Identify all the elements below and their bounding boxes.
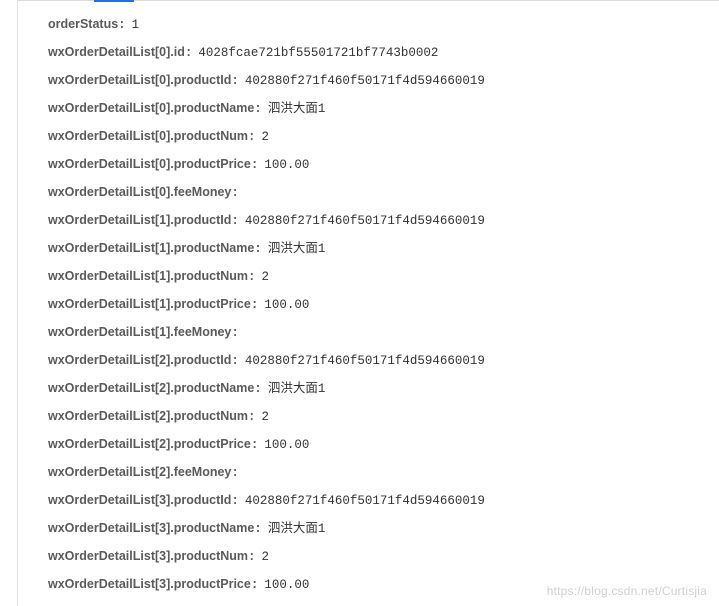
- data-value: 2: [262, 543, 270, 571]
- data-row: wxOrderDetailList[1].productPrice:100.00: [48, 290, 719, 318]
- data-key: wxOrderDetailList[1].productId: [48, 206, 231, 234]
- data-row: wxOrderDetailList[0].id:4028fcae721bf555…: [48, 38, 719, 66]
- colon: :: [254, 95, 262, 123]
- colon: :: [231, 347, 239, 375]
- data-key: wxOrderDetailList[3].feeMoney: [48, 598, 231, 606]
- form-data-list: orderStatus:1wxOrderDetailList[0].id:402…: [18, 0, 719, 606]
- data-row: wxOrderDetailList[3].feeMoney:: [48, 598, 719, 606]
- colon: :: [231, 207, 239, 235]
- data-key: wxOrderDetailList[2].productNum: [48, 402, 248, 430]
- data-row: wxOrderDetailList[3].productNum:2: [48, 542, 719, 570]
- colon: :: [231, 487, 239, 515]
- data-value: 2: [262, 403, 270, 431]
- data-key: wxOrderDetailList[2].productId: [48, 346, 231, 374]
- colon: :: [185, 39, 193, 67]
- data-key: wxOrderDetailList[2].feeMoney: [48, 458, 231, 486]
- colon: :: [231, 459, 239, 487]
- data-key: wxOrderDetailList[0].productNum: [48, 122, 248, 150]
- data-row: wxOrderDetailList[0].productPrice:100.00: [48, 150, 719, 178]
- data-key: wxOrderDetailList[3].productId: [48, 486, 231, 514]
- colon: :: [254, 235, 262, 263]
- response-panel: orderStatus:1wxOrderDetailList[0].id:402…: [18, 0, 719, 606]
- data-value: 2: [262, 263, 270, 291]
- data-key: wxOrderDetailList[0].feeMoney: [48, 178, 231, 206]
- colon: :: [231, 319, 239, 347]
- data-row: wxOrderDetailList[3].productName:泗洪大面1: [48, 514, 719, 542]
- data-row: orderStatus:1: [48, 10, 719, 38]
- data-key: wxOrderDetailList[3].productNum: [48, 542, 248, 570]
- data-key: wxOrderDetailList[0].productId: [48, 66, 231, 94]
- data-row: wxOrderDetailList[0].productNum:2: [48, 122, 719, 150]
- data-value: 泗洪大面1: [268, 515, 326, 543]
- data-key: wxOrderDetailList[2].productName: [48, 374, 254, 402]
- data-row: wxOrderDetailList[3].productPrice:100.00: [48, 570, 719, 598]
- data-row: wxOrderDetailList[1].productId:402880f27…: [48, 206, 719, 234]
- data-value: 100.00: [264, 151, 309, 179]
- colon: :: [254, 515, 262, 543]
- data-row: wxOrderDetailList[1].productName:泗洪大面1: [48, 234, 719, 262]
- data-value: 2: [262, 123, 270, 151]
- data-value: 402880f271f460f50171f4d594660019: [245, 487, 485, 515]
- colon: :: [254, 375, 262, 403]
- data-row: wxOrderDetailList[0].productName:泗洪大面1: [48, 94, 719, 122]
- colon: :: [248, 543, 256, 571]
- data-value: 泗洪大面1: [268, 235, 326, 263]
- data-key: wxOrderDetailList[1].productPrice: [48, 290, 251, 318]
- data-value: 402880f271f460f50171f4d594660019: [245, 347, 485, 375]
- data-key: orderStatus: [48, 10, 118, 38]
- data-key: wxOrderDetailList[1].feeMoney: [48, 318, 231, 346]
- data-row: wxOrderDetailList[1].productNum:2: [48, 262, 719, 290]
- data-value: 402880f271f460f50171f4d594660019: [245, 67, 485, 95]
- data-value: 泗洪大面1: [268, 95, 326, 123]
- data-key: wxOrderDetailList[1].productNum: [48, 262, 248, 290]
- data-row: wxOrderDetailList[1].feeMoney:: [48, 318, 719, 346]
- data-key: wxOrderDetailList[1].productName: [48, 234, 254, 262]
- colon: :: [248, 403, 256, 431]
- data-key: wxOrderDetailList[0].id: [48, 38, 185, 66]
- data-value: 100.00: [264, 571, 309, 599]
- data-row: wxOrderDetailList[0].productId:402880f27…: [48, 66, 719, 94]
- data-key: wxOrderDetailList[0].productName: [48, 94, 254, 122]
- colon: :: [231, 599, 239, 606]
- colon: :: [248, 123, 256, 151]
- data-value: 100.00: [264, 291, 309, 319]
- colon: :: [118, 11, 126, 39]
- active-tab-indicator: [94, 0, 134, 2]
- data-value: 泗洪大面1: [268, 375, 326, 403]
- data-value: 100.00: [264, 431, 309, 459]
- data-key: wxOrderDetailList[3].productPrice: [48, 570, 251, 598]
- data-row: wxOrderDetailList[2].productPrice:100.00: [48, 430, 719, 458]
- data-key: wxOrderDetailList[3].productName: [48, 514, 254, 542]
- colon: :: [231, 179, 239, 207]
- colon: :: [248, 263, 256, 291]
- data-key: wxOrderDetailList[2].productPrice: [48, 430, 251, 458]
- left-gutter: [0, 0, 18, 606]
- colon: :: [231, 67, 239, 95]
- data-value: 402880f271f460f50171f4d594660019: [245, 207, 485, 235]
- colon: :: [251, 291, 259, 319]
- data-row: wxOrderDetailList[2].productNum:2: [48, 402, 719, 430]
- colon: :: [251, 151, 259, 179]
- data-key: wxOrderDetailList[0].productPrice: [48, 150, 251, 178]
- data-value: 4028fcae721bf55501721bf7743b0002: [198, 39, 438, 67]
- data-row: wxOrderDetailList[2].productId:402880f27…: [48, 346, 719, 374]
- colon: :: [251, 431, 259, 459]
- colon: :: [251, 571, 259, 599]
- data-row: wxOrderDetailList[2].productName:泗洪大面1: [48, 374, 719, 402]
- data-value: 1: [132, 11, 140, 39]
- data-row: wxOrderDetailList[2].feeMoney:: [48, 458, 719, 486]
- data-row: wxOrderDetailList[3].productId:402880f27…: [48, 486, 719, 514]
- data-row: wxOrderDetailList[0].feeMoney:: [48, 178, 719, 206]
